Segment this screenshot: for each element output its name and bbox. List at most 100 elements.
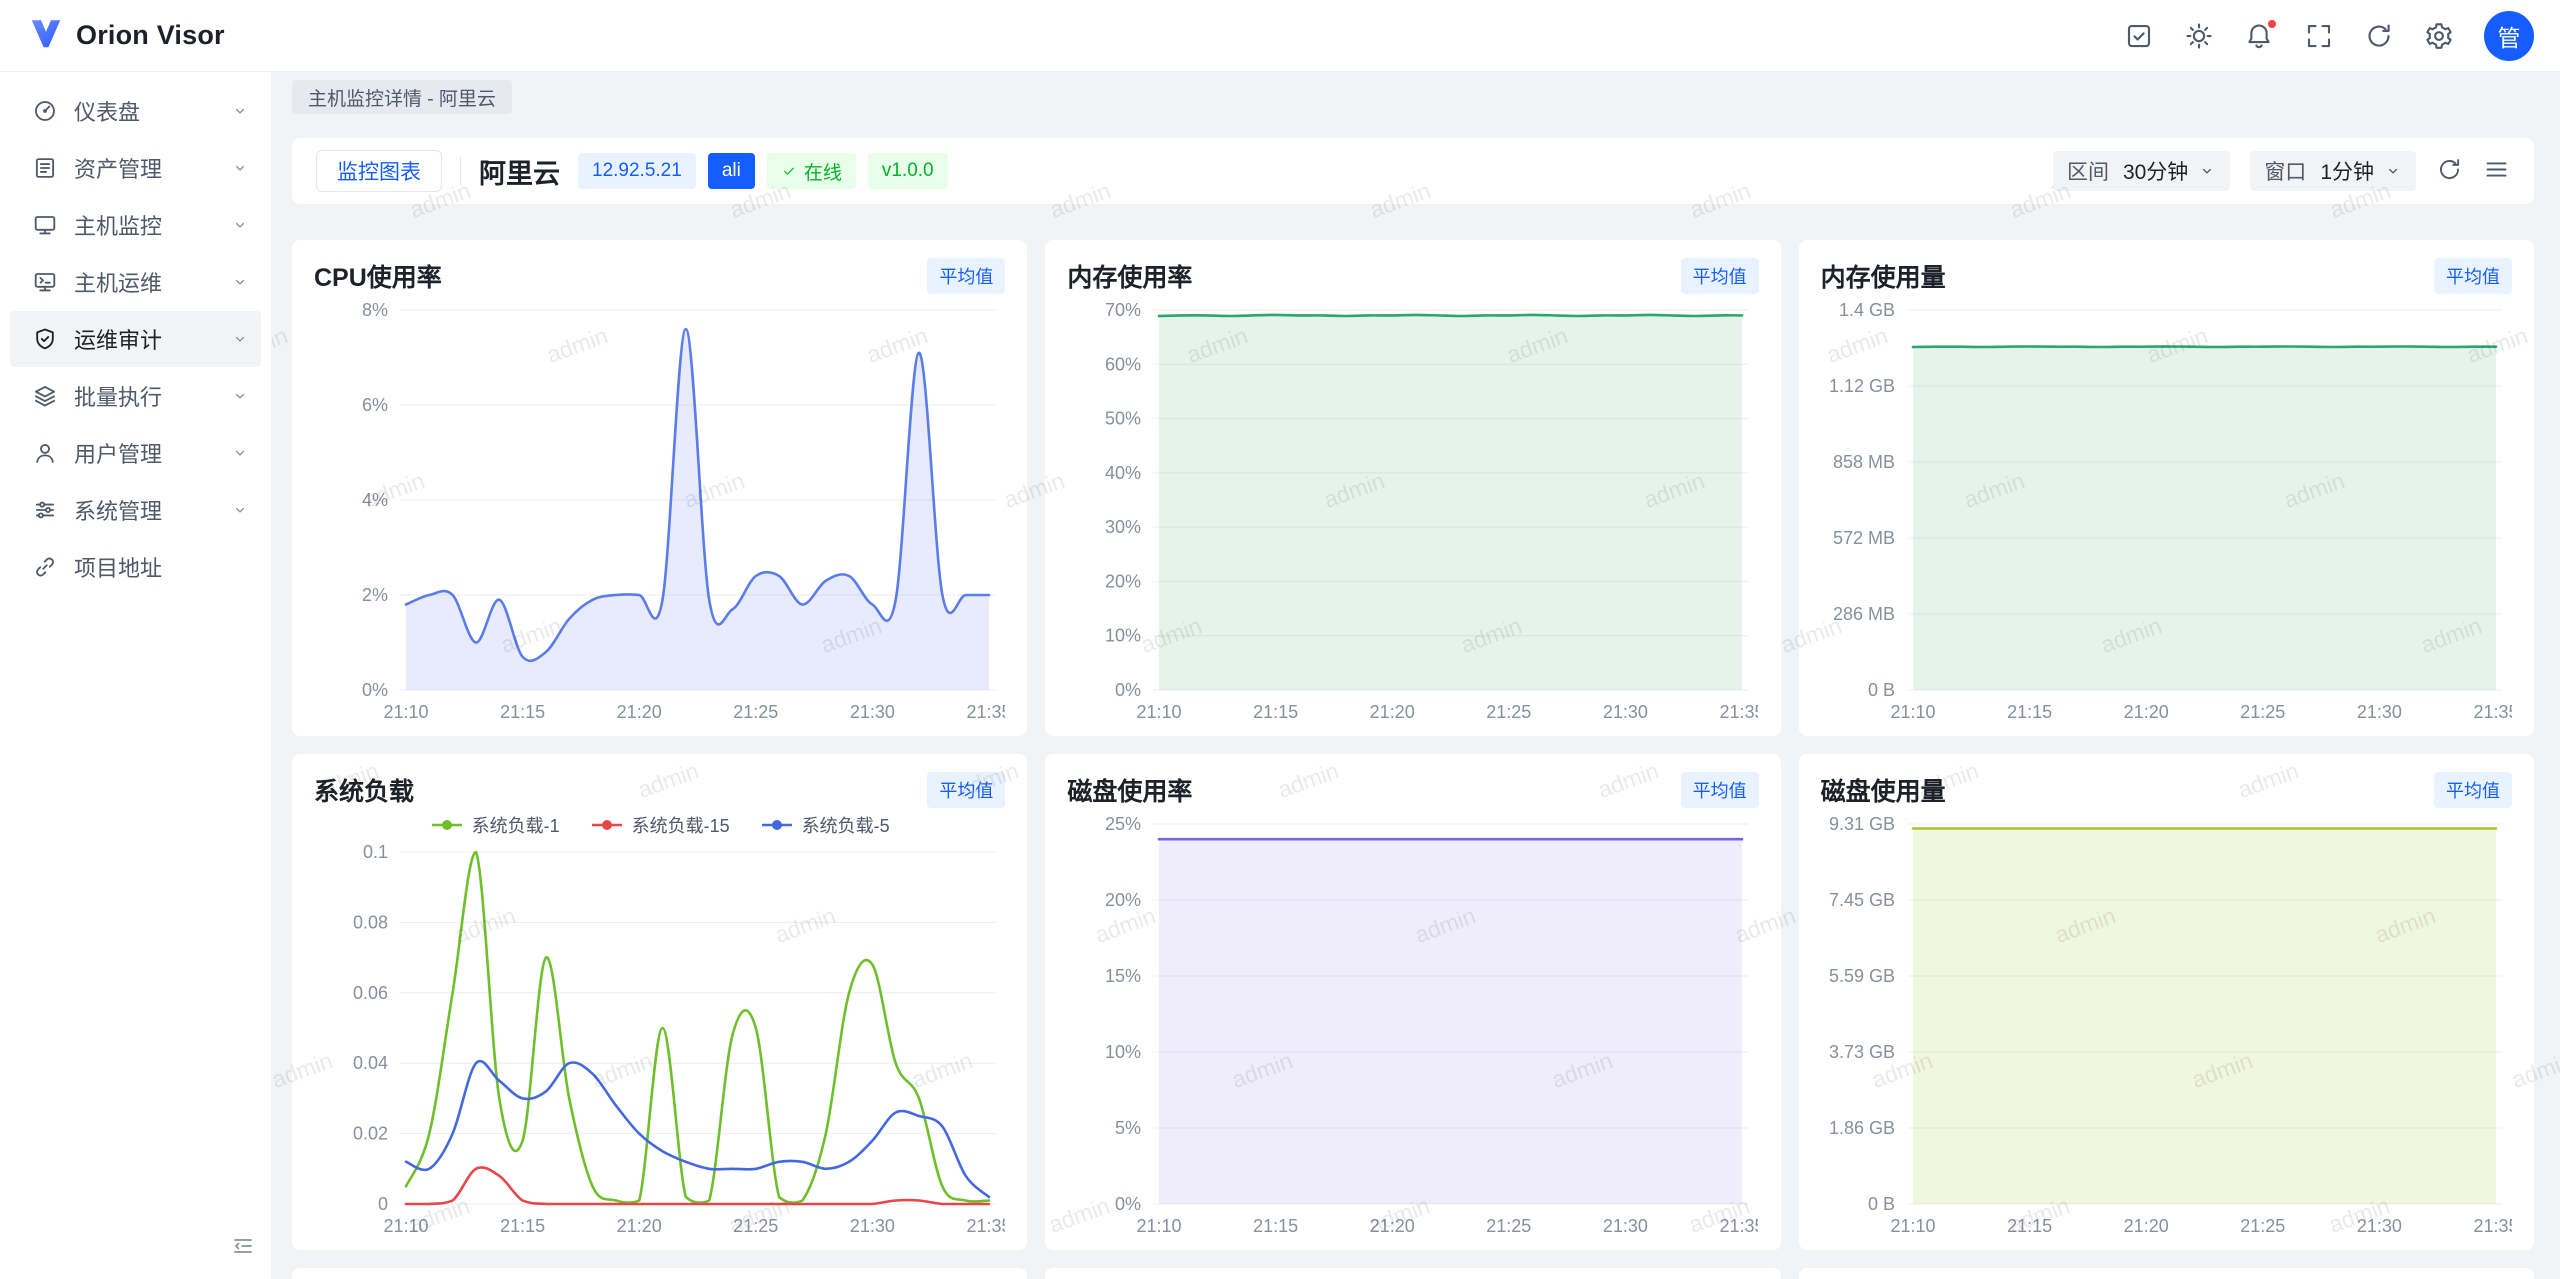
svg-text:1.12 GB: 1.12 GB xyxy=(1829,376,1895,396)
series-area xyxy=(1913,828,2496,1204)
window-select-value: 1分钟 xyxy=(2320,156,2374,186)
svg-text:60%: 60% xyxy=(1105,354,1141,374)
chart-card-head: 内存使用量平均值 xyxy=(1821,258,2512,294)
chart-plot: 0 B286 MB572 MB858 MB1.12 GB1.4 GB21:102… xyxy=(1821,296,2512,728)
tag-text: ali xyxy=(722,160,741,182)
collapse-icon xyxy=(231,1234,255,1261)
svg-text:572 MB: 572 MB xyxy=(1833,528,1895,548)
host-toolbar: 监控图表 阿里云 12.92.5.21ali在线v1.0.0 区间 30分钟 窗… xyxy=(292,138,2534,204)
tasklist-icon xyxy=(2124,21,2154,51)
user-avatar[interactable]: 管 xyxy=(2484,11,2534,61)
svg-text:21:35: 21:35 xyxy=(966,702,1005,722)
project-link-icon xyxy=(32,554,58,580)
brand: Orion Visor xyxy=(28,15,225,56)
legend-entry[interactable]: 系统负载-15 xyxy=(590,812,730,838)
fullscreen-icon xyxy=(2304,21,2334,51)
user-mgmt-icon xyxy=(32,440,58,466)
chevron-down-icon xyxy=(231,159,249,177)
chevron-down-icon xyxy=(231,102,249,120)
chevron-down-icon xyxy=(231,444,249,462)
watermark-text: admin xyxy=(589,72,657,79)
sidebar-item-batch-exec[interactable]: 批量执行 xyxy=(10,368,261,424)
svg-text:21:25: 21:25 xyxy=(2240,702,2285,722)
system-mgmt-icon xyxy=(32,497,58,523)
monitor-chart-tab[interactable]: 监控图表 xyxy=(316,150,442,192)
svg-text:21:10: 21:10 xyxy=(383,1216,428,1236)
svg-text:21:25: 21:25 xyxy=(733,1216,778,1236)
system-mgmt-icon xyxy=(32,497,58,523)
brand-name: Orion Visor xyxy=(76,20,225,51)
online-check-icon xyxy=(781,163,797,179)
sidebar-collapse-button[interactable] xyxy=(231,1234,255,1261)
svg-text:0%: 0% xyxy=(362,680,388,700)
chevron-down-icon xyxy=(231,330,249,348)
svg-text:0.06: 0.06 xyxy=(353,983,388,1003)
chart-card-6: 磁盘使用量平均值0 B1.86 GB3.73 GB5.59 GB7.45 GB9… xyxy=(1799,754,2534,1250)
svg-text:21:35: 21:35 xyxy=(2473,1216,2512,1236)
watermark-text: admin xyxy=(1229,72,1297,79)
series-line xyxy=(1159,315,1742,316)
refresh-button[interactable] xyxy=(2364,21,2394,51)
chart-layout-button[interactable] xyxy=(2483,156,2510,186)
notification-bell-button[interactable] xyxy=(2244,21,2274,51)
series-area xyxy=(1913,347,2496,691)
svg-text:21:35: 21:35 xyxy=(2473,702,2512,722)
chart-card-head: CPU使用率平均值 xyxy=(314,258,1005,294)
chart-canvas: 0%10%20%30%40%50%60%70%21:1021:1521:2021… xyxy=(1067,296,1758,728)
legend-entry[interactable]: 系统负载-5 xyxy=(760,812,890,838)
svg-text:0%: 0% xyxy=(1115,680,1141,700)
chevron-down-icon xyxy=(2384,162,2402,180)
legend-entry[interactable]: 系统负载-1 xyxy=(430,812,560,838)
sidebar-item-system-mgmt[interactable]: 系统管理 xyxy=(10,482,261,538)
chart-canvas: 0 B1.86 GB3.73 GB5.59 GB7.45 GB9.31 GB21… xyxy=(1821,810,2512,1242)
settings-gear-button[interactable] xyxy=(2424,21,2454,51)
chart-canvas: 0%2%4%6%8%21:1021:1521:2021:2521:3021:35 xyxy=(314,296,1005,728)
svg-text:0%: 0% xyxy=(1115,1194,1141,1214)
svg-text:21:20: 21:20 xyxy=(617,702,662,722)
host-version-tag: v1.0.0 xyxy=(868,153,948,189)
host-name: 阿里云 xyxy=(479,152,560,191)
svg-text:21:20: 21:20 xyxy=(1370,702,1415,722)
svg-text:0 B: 0 B xyxy=(1868,680,1895,700)
svg-text:21:20: 21:20 xyxy=(1370,1216,1415,1236)
host-status-tag: 在线 xyxy=(767,153,856,189)
chart-card-head: 磁盘使用量平均值 xyxy=(1821,772,2512,808)
theme-sun-button[interactable] xyxy=(2184,21,2214,51)
orion-visor-logo-glyph xyxy=(28,15,64,51)
orion-visor-logo xyxy=(28,15,64,56)
svg-text:21:10: 21:10 xyxy=(383,702,428,722)
refresh-icon xyxy=(2436,156,2463,186)
sidebar-item-label: 运维审计 xyxy=(74,323,231,355)
range-select[interactable]: 区间 30分钟 xyxy=(2053,151,2230,191)
sidebar-item-project-link[interactable]: 项目地址 xyxy=(10,539,261,595)
chart-card-stub xyxy=(292,1268,1027,1279)
average-badge: 平均值 xyxy=(2434,772,2512,808)
user-mgmt-icon xyxy=(32,440,58,466)
theme-sun-icon xyxy=(2184,21,2214,51)
svg-text:20%: 20% xyxy=(1105,890,1141,910)
dashboard-icon xyxy=(32,98,58,124)
svg-text:0.1: 0.1 xyxy=(363,842,388,862)
svg-text:5.59 GB: 5.59 GB xyxy=(1829,966,1895,986)
chart-title: 内存使用率 xyxy=(1067,258,1192,294)
sidebar-item-assets[interactable]: 资产管理 xyxy=(10,140,261,196)
window-select[interactable]: 窗口 1分钟 xyxy=(2250,151,2416,191)
svg-text:21:15: 21:15 xyxy=(1253,1216,1298,1236)
batch-exec-icon xyxy=(32,383,58,409)
sidebar-item-label: 主机运维 xyxy=(74,266,231,298)
svg-text:0.04: 0.04 xyxy=(353,1053,388,1073)
svg-text:21:30: 21:30 xyxy=(1603,702,1648,722)
svg-text:21:15: 21:15 xyxy=(2007,1216,2052,1236)
sidebar-item-host-ops[interactable]: 主机运维 xyxy=(10,254,261,310)
tasklist-button[interactable] xyxy=(2124,21,2154,51)
breadcrumb[interactable]: 主机监控详情 - 阿里云 xyxy=(292,80,512,114)
assets-icon xyxy=(32,155,58,181)
fullscreen-button[interactable] xyxy=(2304,21,2334,51)
svg-text:21:35: 21:35 xyxy=(966,1216,1005,1236)
sidebar-item-user-mgmt[interactable]: 用户管理 xyxy=(10,425,261,481)
sidebar-item-ops-audit[interactable]: 运维审计 xyxy=(10,311,261,367)
dashboard-icon xyxy=(32,98,58,124)
refresh-charts-button[interactable] xyxy=(2436,156,2463,186)
sidebar-item-host-monitor[interactable]: 主机监控 xyxy=(10,197,261,253)
sidebar-item-dashboard[interactable]: 仪表盘 xyxy=(10,83,261,139)
